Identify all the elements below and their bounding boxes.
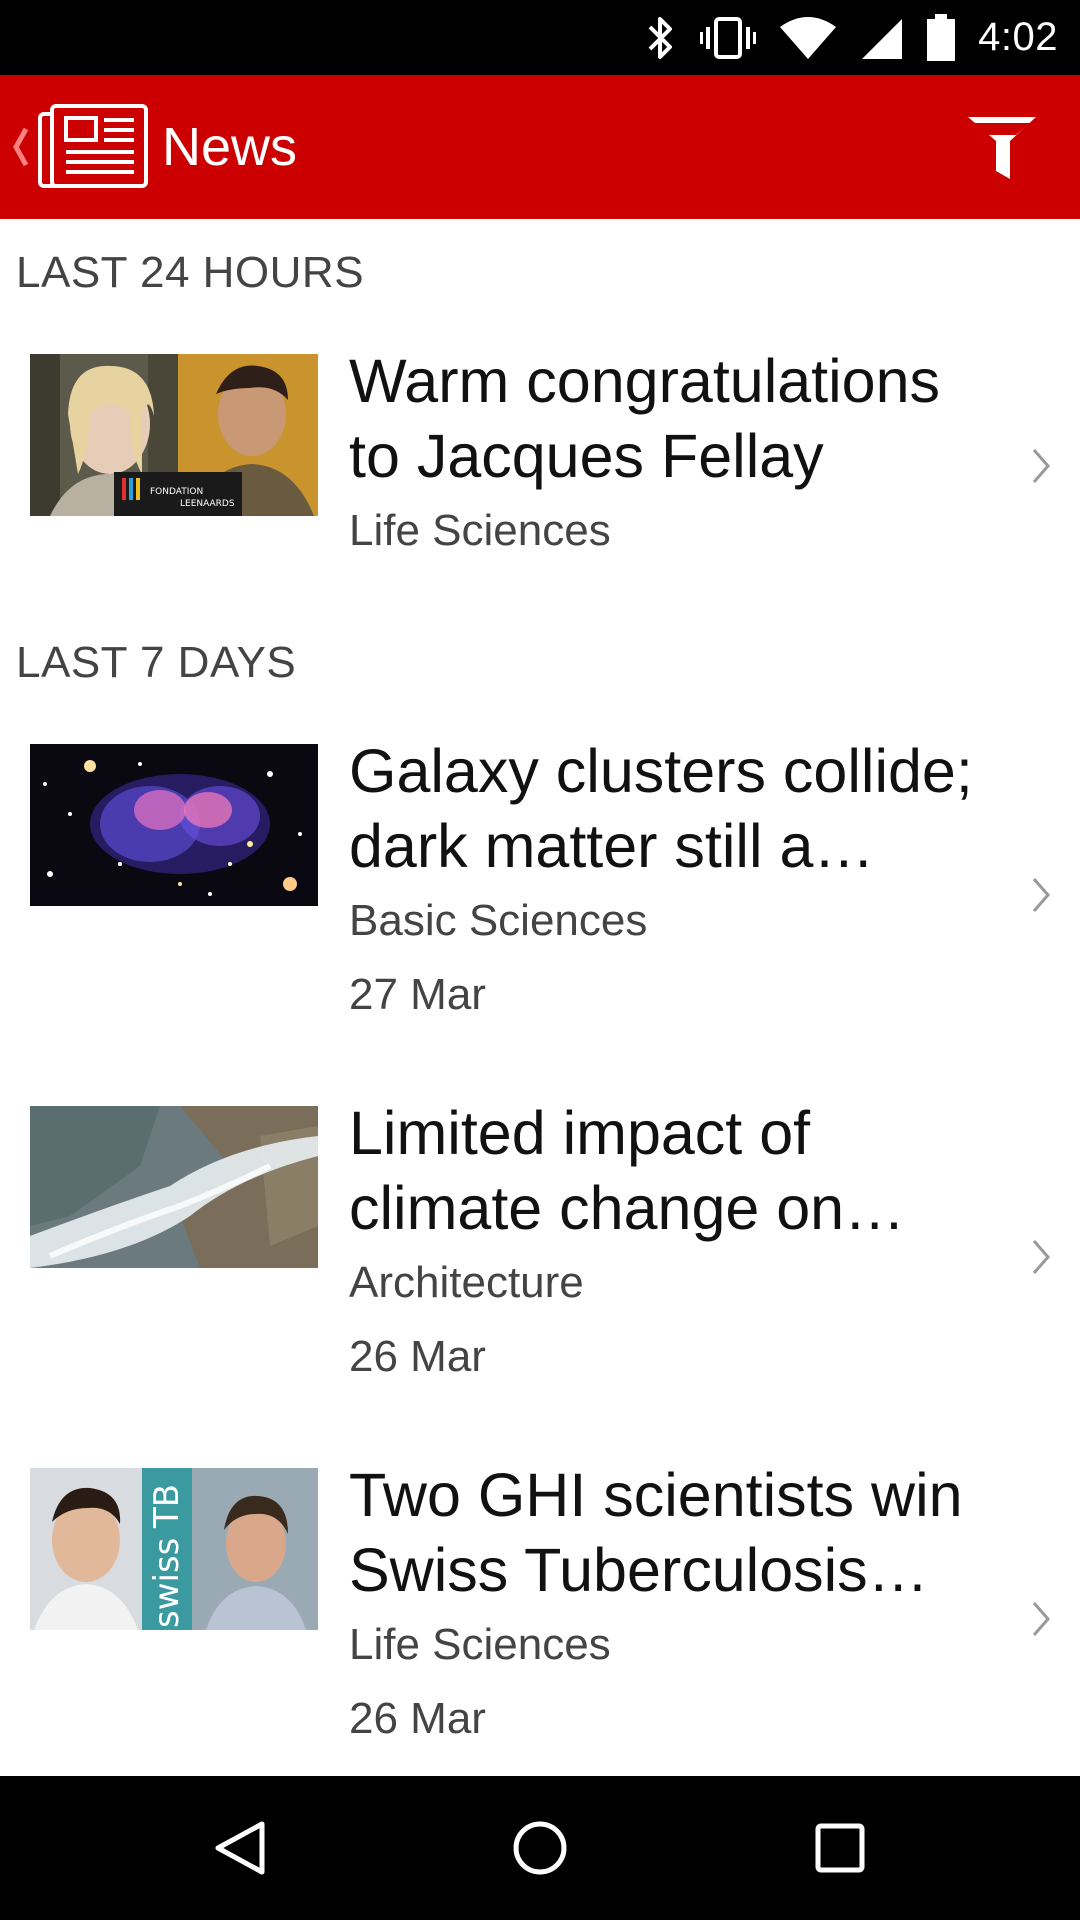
news-category: Basic Sciences [349, 896, 648, 945]
news-item-text: Limited impact of climate change on… Arc… [349, 1096, 1039, 1394]
section-header-last-7-days: LAST 7 DAYS [16, 638, 297, 687]
news-title-line: Swiss Tuberculosis… [349, 1536, 929, 1604]
news-category: Life Sciences [349, 506, 611, 555]
thumb-text-leenaards: LEENAARDS [180, 499, 235, 509]
news-title-line: Limited impact of [349, 1099, 811, 1167]
news-item[interactable]: swiss TB Two GHI scientists win Swiss Tu… [0, 1461, 1080, 1768]
vibrate-icon [700, 16, 757, 59]
news-item-text: Warm congratulations to Jacques Fellay L… [349, 344, 1039, 568]
thumb-text-swiss: swiss [147, 1538, 187, 1628]
news-title-line: dark matter still a… [349, 812, 875, 880]
news-title-line: climate change on… [349, 1174, 906, 1242]
page-title: News [162, 117, 298, 177]
nav-home-button[interactable] [460, 1776, 620, 1920]
news-thumbnail: FONDATION LEENAARDS [30, 354, 318, 516]
chevron-right-icon [1032, 878, 1050, 912]
chevron-right-icon [1032, 449, 1050, 483]
news-item-text: Galaxy clusters collide; dark matter sti… [349, 734, 1039, 1032]
chevron-right-icon [1032, 1240, 1050, 1274]
news-thumbnail [30, 744, 318, 906]
filter-button[interactable] [950, 95, 1054, 199]
news-title-line: Galaxy clusters collide; [349, 737, 973, 805]
news-category: Life Sciences [349, 1620, 611, 1669]
thumb-text-fondation: FONDATION [150, 487, 203, 497]
battery-icon [927, 13, 956, 61]
status-icons: 4:02 [644, 0, 1058, 75]
news-item[interactable]: FONDATION LEENAARDS Warm congratulations… [0, 347, 1080, 584]
news-item-text: Two GHI scientists win Swiss Tuberculosi… [349, 1458, 1039, 1756]
recents-icon [815, 1823, 865, 1873]
news-title-line: Warm congratulations [349, 347, 941, 415]
news-thumbnail [30, 1106, 318, 1268]
chevron-left-icon[interactable] [10, 125, 30, 169]
nav-back-button[interactable] [160, 1776, 320, 1920]
newspaper-icon[interactable] [36, 102, 150, 190]
home-icon [513, 1821, 567, 1875]
status-time: 4:02 [978, 15, 1058, 59]
status-bar: 4:02 [0, 0, 1080, 75]
news-thumbnail: swiss TB [30, 1468, 318, 1630]
chevron-right-icon [1032, 1602, 1050, 1636]
news-item[interactable]: Limited impact of climate change on… Arc… [0, 1099, 1080, 1406]
news-date: 27 Mar [349, 970, 486, 1019]
news-date: 26 Mar [349, 1332, 486, 1381]
bluetooth-icon [648, 16, 673, 59]
wifi-icon [780, 16, 837, 59]
news-item[interactable]: Galaxy clusters collide; dark matter sti… [0, 737, 1080, 1044]
navigation-bar [0, 1776, 1080, 1920]
news-title-line: Two GHI scientists win [349, 1461, 963, 1529]
news-category: Architecture [349, 1258, 584, 1307]
thumb-text-tb: TB [147, 1484, 187, 1529]
nav-recents-button[interactable] [760, 1776, 920, 1920]
news-date: 26 Mar [349, 1694, 486, 1743]
cell-signal-icon [862, 18, 903, 59]
filter-icon [968, 117, 1036, 179]
back-icon [215, 1821, 265, 1875]
app-bar: News [0, 75, 1080, 219]
section-header-last-24-hours: LAST 24 HOURS [16, 248, 365, 297]
news-title-line: to Jacques Fellay [349, 422, 824, 490]
